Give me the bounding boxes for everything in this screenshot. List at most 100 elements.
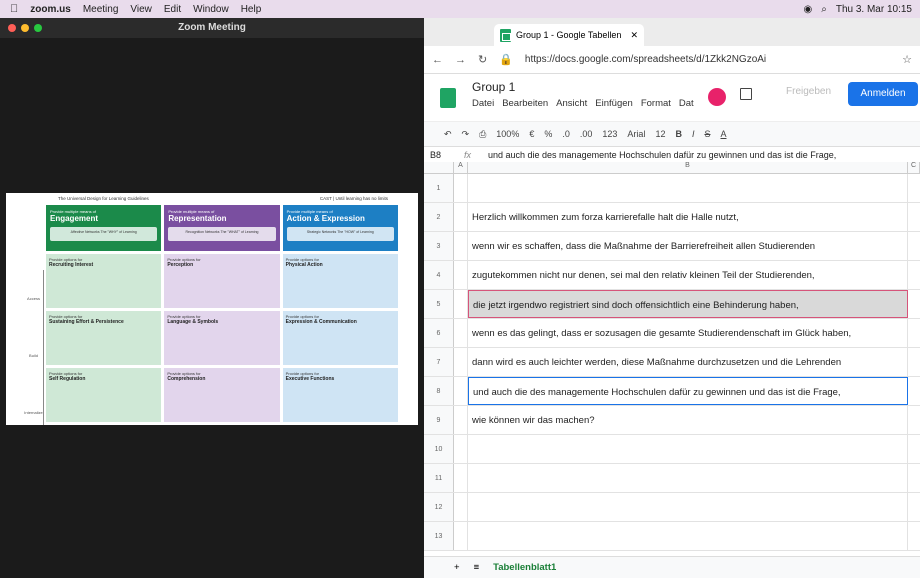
url-field[interactable]: https://docs.google.com/spreadsheets/d/1…: [525, 54, 890, 65]
cell-b[interactable]: [468, 464, 908, 492]
menu-view[interactable]: View: [130, 4, 152, 15]
cell-c[interactable]: [908, 232, 920, 260]
sheet-tab[interactable]: Tabellenblatt1: [493, 562, 556, 573]
doc-title[interactable]: Group 1: [472, 80, 515, 94]
sheet-list-icon[interactable]: ≡: [474, 562, 480, 573]
cell-a[interactable]: [454, 174, 468, 202]
text-color-button[interactable]: A: [720, 129, 726, 139]
cell-b[interactable]: dann wird es auch leichter werden, diese…: [468, 348, 908, 376]
zoom-select[interactable]: 100%: [496, 129, 519, 139]
cell-c[interactable]: [908, 174, 920, 202]
menu-edit[interactable]: Edit: [164, 4, 181, 15]
cell-a[interactable]: [454, 203, 468, 231]
maximize-icon[interactable]: [34, 24, 42, 32]
cell-c[interactable]: [908, 203, 920, 231]
percent-button[interactable]: %: [544, 129, 552, 139]
menu-daten[interactable]: Dat: [679, 98, 694, 109]
cell-c[interactable]: [908, 406, 920, 434]
cell-b[interactable]: [468, 174, 908, 202]
browser-tab[interactable]: Group 1 - Google Tabellen ✕: [494, 24, 644, 46]
back-icon[interactable]: ←: [432, 54, 443, 66]
menu-app[interactable]: zoom.us: [30, 4, 71, 15]
col-header-c[interactable]: C: [908, 162, 920, 173]
cell-b[interactable]: [468, 493, 908, 521]
row-number[interactable]: 3: [424, 232, 454, 260]
menu-bearbeiten[interactable]: Bearbeiten: [502, 98, 548, 109]
cell-c[interactable]: [908, 377, 920, 405]
menu-ansicht[interactable]: Ansicht: [556, 98, 587, 109]
search-icon[interactable]: ⌕: [821, 4, 827, 15]
add-sheet-icon[interactable]: +: [454, 562, 460, 573]
cell-a[interactable]: [454, 290, 468, 318]
decimal-increase-button[interactable]: .00: [580, 129, 593, 139]
undo-icon[interactable]: ↶: [444, 129, 452, 140]
cell-c[interactable]: [908, 435, 920, 463]
row-number[interactable]: 12: [424, 493, 454, 521]
row-number[interactable]: 5: [424, 290, 454, 318]
cell-c[interactable]: [908, 493, 920, 521]
cell-c[interactable]: [908, 464, 920, 492]
col-header-a[interactable]: A: [454, 162, 468, 173]
menu-einfuegen[interactable]: Einfügen: [595, 98, 633, 109]
menu-format[interactable]: Format: [641, 98, 671, 109]
cell-a[interactable]: [454, 522, 468, 550]
cell-b[interactable]: und auch die des managemente Hochschulen…: [468, 377, 908, 405]
cell-c[interactable]: [908, 319, 920, 347]
font-select[interactable]: Arial: [627, 129, 645, 139]
cell-c[interactable]: [908, 290, 920, 318]
row-number[interactable]: 9: [424, 406, 454, 434]
cell-a[interactable]: [454, 493, 468, 521]
bold-button[interactable]: B: [675, 129, 682, 139]
currency-button[interactable]: €: [529, 129, 534, 139]
col-header-b[interactable]: B: [468, 162, 908, 173]
italic-button[interactable]: I: [692, 129, 695, 139]
cell-c[interactable]: [908, 522, 920, 550]
row-number[interactable]: 7: [424, 348, 454, 376]
cell-b[interactable]: zugutekommen nicht nur denen, sei mal de…: [468, 261, 908, 289]
cell-a[interactable]: [454, 435, 468, 463]
share-button[interactable]: Freigeben: [786, 86, 831, 97]
cell-b[interactable]: wenn es das gelingt, dass er sozusagen d…: [468, 319, 908, 347]
row-number[interactable]: 2: [424, 203, 454, 231]
cell-b[interactable]: die jetzt irgendwo registriert sind doch…: [468, 290, 908, 318]
cell-c[interactable]: [908, 348, 920, 376]
row-number[interactable]: 4: [424, 261, 454, 289]
apple-icon[interactable]: : [10, 3, 18, 15]
minimize-icon[interactable]: [21, 24, 29, 32]
close-icon[interactable]: [8, 24, 16, 32]
cell-b[interactable]: wie können wir das machen?: [468, 406, 908, 434]
row-number[interactable]: 13: [424, 522, 454, 550]
star-icon[interactable]: ☆: [902, 53, 912, 66]
menu-help[interactable]: Help: [241, 4, 262, 15]
cell-a[interactable]: [454, 464, 468, 492]
forward-icon[interactable]: →: [455, 54, 466, 66]
clock[interactable]: Thu 3. Mar 10:15: [836, 4, 912, 15]
menu-meeting[interactable]: Meeting: [83, 4, 119, 15]
strikethrough-button[interactable]: S: [704, 129, 710, 139]
cell-reference[interactable]: B8: [424, 150, 464, 160]
cell-a[interactable]: [454, 319, 468, 347]
format-select[interactable]: 123: [602, 129, 617, 139]
row-number[interactable]: 8: [424, 377, 454, 405]
cell-b[interactable]: [468, 435, 908, 463]
row-number[interactable]: 11: [424, 464, 454, 492]
signin-button[interactable]: Anmelden: [848, 82, 918, 106]
sheets-logo-icon[interactable]: [440, 87, 456, 108]
font-size-select[interactable]: 12: [655, 129, 665, 139]
cell-b[interactable]: [468, 522, 908, 550]
wifi-icon[interactable]: ◉: [804, 4, 813, 15]
cell-a[interactable]: [454, 348, 468, 376]
menu-datei[interactable]: Datei: [472, 98, 494, 109]
comment-icon[interactable]: [740, 88, 752, 100]
menu-window[interactable]: Window: [193, 4, 229, 15]
decimal-decrease-button[interactable]: .0: [562, 129, 570, 139]
row-number[interactable]: 6: [424, 319, 454, 347]
avatar[interactable]: [708, 88, 726, 106]
cell-c[interactable]: [908, 261, 920, 289]
cell-a[interactable]: [454, 232, 468, 260]
row-number[interactable]: 10: [424, 435, 454, 463]
formula-input[interactable]: und auch die des managemente Hochschulen…: [488, 150, 836, 160]
corner-cell[interactable]: [424, 162, 454, 173]
redo-icon[interactable]: ↷: [462, 129, 470, 140]
cell-b[interactable]: wenn wir es schaffen, dass die Maßnahme …: [468, 232, 908, 260]
